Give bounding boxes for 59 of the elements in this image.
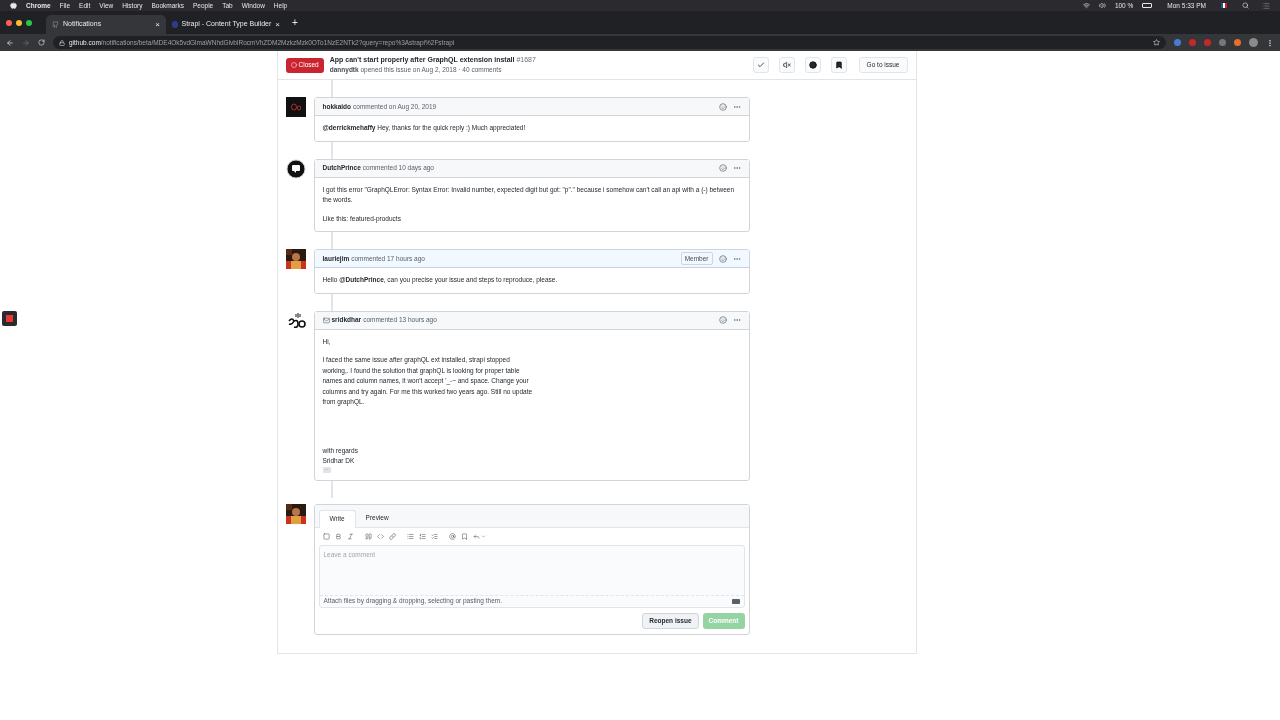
numbered-list-icon[interactable]	[418, 532, 426, 540]
save-button[interactable]	[830, 57, 847, 73]
extension-icon[interactable]	[1234, 39, 1241, 46]
check-icon	[756, 61, 765, 69]
volume-icon[interactable]	[1098, 2, 1106, 9]
unread-button[interactable]	[804, 57, 821, 73]
avatar-icon[interactable]	[285, 158, 306, 179]
search-icon[interactable]	[1242, 2, 1249, 9]
record-icon[interactable]	[2, 311, 17, 326]
tab-close[interactable]: ×	[275, 18, 280, 31]
dot-icon	[808, 61, 817, 69]
code-icon[interactable]	[376, 532, 384, 540]
reaction-icon[interactable]	[718, 164, 727, 172]
menu-icon[interactable]	[1262, 1, 1270, 10]
flag-icon[interactable]	[1221, 3, 1227, 8]
mention-icon[interactable]	[448, 532, 456, 540]
extension-icon[interactable]	[1174, 39, 1181, 46]
reaction-icon[interactable]	[718, 254, 727, 263]
menu-icon[interactable]	[1266, 38, 1274, 47]
reaction-icon[interactable]	[718, 316, 727, 324]
link-icon[interactable]	[388, 532, 396, 540]
reference-icon[interactable]	[460, 532, 468, 540]
done-button[interactable]	[752, 57, 769, 73]
quote-icon[interactable]	[364, 532, 372, 540]
italic-icon[interactable]	[346, 532, 354, 540]
strapi-icon	[172, 21, 178, 28]
bookmark-icon	[834, 61, 843, 69]
extension-icon[interactable]	[1204, 39, 1211, 46]
lock-icon	[59, 39, 65, 46]
minimize-icon[interactable]	[16, 19, 22, 26]
mute-button[interactable]	[778, 57, 795, 73]
mute-icon	[782, 61, 791, 69]
caret-icon[interactable]	[480, 533, 486, 539]
close-window-icon[interactable]	[6, 19, 12, 26]
zoom-icon[interactable]	[26, 19, 32, 26]
heading-icon[interactable]	[322, 532, 330, 540]
tab-close[interactable]: ×	[155, 18, 160, 31]
avatar-icon[interactable]	[285, 310, 306, 331]
avatar-icon[interactable]	[285, 97, 306, 117]
more-icon[interactable]	[732, 316, 741, 324]
bookmark-star-icon[interactable]	[1153, 39, 1160, 46]
battery-icon[interactable]	[1142, 3, 1153, 8]
reply-icon[interactable]	[472, 532, 480, 540]
github-icon	[52, 21, 59, 28]
new-tab-button[interactable]: +	[292, 15, 298, 30]
markdown-icon[interactable]	[731, 598, 740, 604]
bullet-list-icon[interactable]	[406, 532, 414, 540]
extension-icon[interactable]	[1189, 39, 1196, 46]
task-list-icon[interactable]	[430, 532, 438, 540]
back-icon[interactable]	[6, 38, 14, 47]
reaction-icon[interactable]	[718, 102, 727, 111]
reload-icon[interactable]	[38, 39, 45, 46]
more-icon[interactable]	[732, 164, 741, 172]
profile-icon[interactable]	[1249, 38, 1258, 47]
bold-icon[interactable]	[334, 532, 342, 540]
forward-icon[interactable]	[22, 38, 30, 47]
apple-icon[interactable]	[10, 2, 17, 9]
extension-icon[interactable]	[1219, 39, 1226, 46]
wifi-icon[interactable]	[1082, 2, 1090, 9]
